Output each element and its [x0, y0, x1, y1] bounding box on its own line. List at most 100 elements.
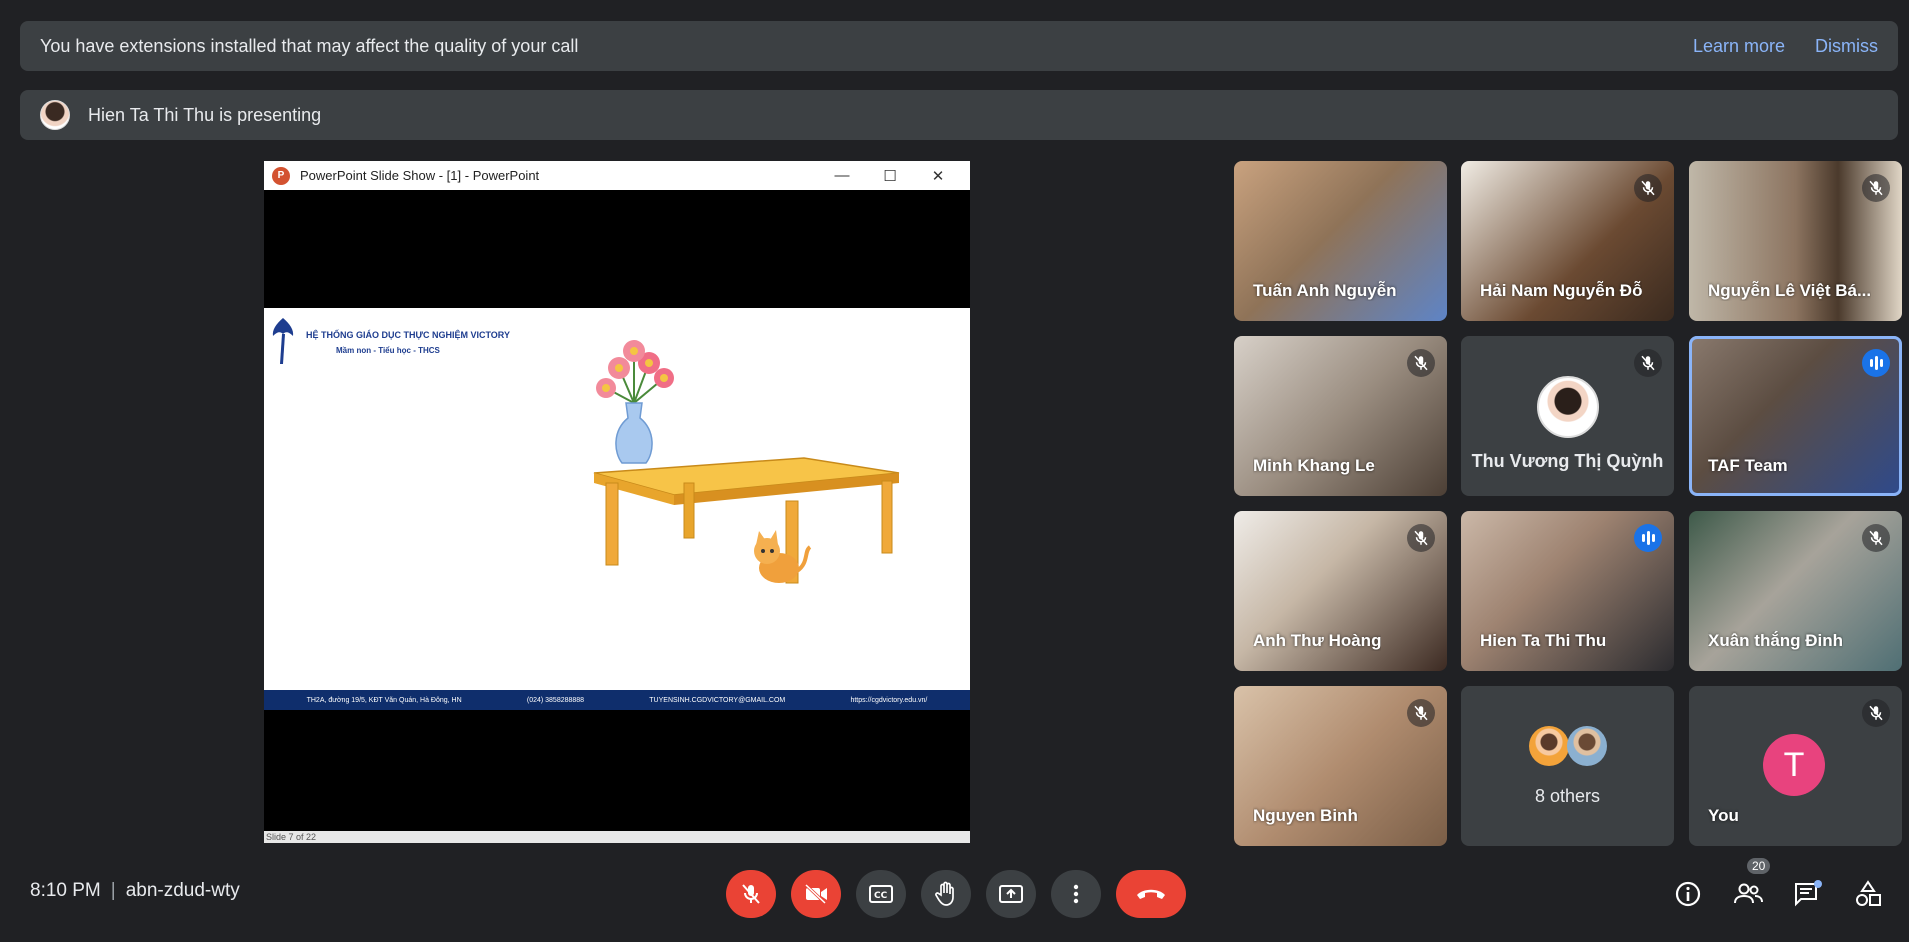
participant-name: Xuân thắng Đinh [1708, 631, 1844, 650]
mic-off-icon [742, 884, 760, 904]
participant-name: Thu Vương Thị Quỳnh [1471, 451, 1664, 471]
closed-captions-icon: CC [869, 885, 893, 903]
table-icon [593, 457, 900, 584]
info-icon [1675, 881, 1701, 907]
participant-name: Minh Khang Le [1253, 456, 1375, 475]
speaking-indicator [1862, 349, 1890, 377]
participant-name: Anh Thư Hoàng [1253, 631, 1382, 650]
others-count: 8 others [1534, 786, 1601, 806]
footer-phone: (024) 3858288888 [526, 696, 585, 704]
participant-avatar [1529, 726, 1569, 766]
mic-off-icon [1869, 530, 1883, 546]
camera-toggle-button[interactable] [791, 870, 841, 918]
muted-indicator [1862, 174, 1890, 202]
meeting-code: abn-zdud-wty [125, 880, 240, 901]
mic-off-icon [1869, 180, 1883, 196]
participant-tile[interactable]: Hien Ta Thi Thu [1461, 511, 1674, 671]
more-options-button[interactable] [1051, 870, 1101, 918]
mic-off-icon [1414, 355, 1428, 371]
muted-indicator [1634, 349, 1662, 377]
participant-avatar [1537, 376, 1599, 438]
muted-indicator [1407, 349, 1435, 377]
participant-name: TAF Team [1708, 456, 1788, 475]
participant-name: Hien Ta Thi Thu [1480, 631, 1607, 650]
speaking-indicator [1634, 524, 1662, 552]
meeting-info: 8:10 PM | abn-zdud-wty [30, 880, 240, 901]
mic-off-icon [1641, 180, 1655, 196]
minimize-icon: — [834, 167, 850, 184]
cat-icon [754, 530, 812, 583]
slideshow-titlebar: P PowerPoint Slide Show - [1] - PowerPoi… [264, 161, 970, 190]
presenter-avatar [40, 100, 70, 130]
activities-icon [1856, 880, 1881, 906]
dismiss-link[interactable]: Dismiss [1815, 36, 1878, 57]
people-icon [1734, 883, 1763, 904]
participant-name: Nguyễn Lê Việt Bá... [1708, 281, 1872, 300]
chat-icon [1795, 880, 1822, 907]
present-now-button[interactable] [986, 870, 1036, 918]
extensions-warning-text: You have extensions installed that may a… [40, 35, 579, 56]
show-everyone-button[interactable] [1731, 877, 1765, 911]
mic-off-icon [1414, 530, 1428, 546]
mic-off-icon [1414, 705, 1428, 721]
raise-hand-button[interactable] [921, 870, 971, 918]
participant-tile[interactable]: Hải Nam Nguyễn Đỗ [1461, 161, 1674, 321]
svg-text:CC: CC [874, 891, 888, 901]
muted-indicator [1862, 699, 1890, 727]
participant-tile[interactable]: T You [1689, 686, 1902, 846]
muted-indicator [1862, 524, 1890, 552]
self-avatar: T [1763, 734, 1825, 796]
learn-more-link[interactable]: Learn more [1693, 36, 1785, 57]
slideshow-status: Slide 7 of 22 [264, 831, 970, 843]
muted-indicator [1634, 174, 1662, 202]
participant-tile[interactable]: Tuấn Anh Nguyễn [1234, 161, 1447, 321]
presenting-text: Hien Ta Thi Thu is presenting [88, 104, 322, 125]
people-count-badge: 20 [1747, 858, 1771, 874]
hang-up-icon [1137, 889, 1165, 899]
participant-name: Tuấn Anh Nguyễn [1253, 281, 1397, 300]
clock-time: 8:10 PM [30, 880, 101, 901]
participant-tile[interactable]: Thu Vương Thị Quỳnh [1461, 336, 1674, 496]
hand-icon [935, 881, 954, 906]
participant-tile[interactable]: Nguyễn Lê Việt Bá... [1689, 161, 1902, 321]
muted-indicator [1407, 699, 1435, 727]
maximize-icon: ☐ [883, 167, 897, 185]
participant-name: You [1708, 806, 1739, 825]
participant-tile[interactable]: Xuân thắng Đinh [1689, 511, 1902, 671]
flowers-icon [596, 340, 674, 404]
participant-tile[interactable]: Minh Khang Le [1234, 336, 1447, 496]
muted-indicator [1407, 524, 1435, 552]
school-logo [272, 318, 294, 364]
chat-button[interactable] [1791, 877, 1825, 911]
shared-screen[interactable]: P PowerPoint Slide Show - [1] - PowerPoi… [264, 161, 970, 843]
mic-off-icon [1869, 705, 1883, 721]
participant-tile[interactable]: Nguyen Binh [1234, 686, 1447, 846]
footer-web: https://cgdvictory.edu.vn/ [850, 696, 928, 704]
participant-name: Nguyen Binh [1253, 806, 1358, 825]
participant-tile[interactable]: 8 others [1461, 686, 1674, 846]
slide-illustration [593, 340, 900, 584]
activities-button[interactable] [1851, 877, 1885, 911]
captions-button[interactable]: CC [856, 870, 906, 918]
powerpoint-icon: P [272, 166, 290, 185]
participant-name: Hải Nam Nguyễn Đỗ [1480, 281, 1643, 300]
meeting-details-button[interactable] [1671, 877, 1705, 911]
participant-tile[interactable]: Anh Thư Hoàng [1234, 511, 1447, 671]
footer-address: TH2A, đường 19/5, KĐT Văn Quán, Hà Đông,… [306, 696, 462, 704]
leave-call-button[interactable] [1116, 870, 1186, 918]
participant-avatar [1567, 726, 1607, 766]
slide-content: HỆ THỐNG GIÁO DỤC THỰC NGHIỆM VICTORY Mầ… [264, 308, 970, 710]
more-vert-icon [1073, 884, 1079, 904]
present-screen-icon [999, 885, 1023, 903]
participant-tile[interactable]: TAF Team [1689, 336, 1902, 496]
extensions-warning-banner: You have extensions installed that may a… [20, 21, 1898, 71]
slideshow-window-title: PowerPoint Slide Show - [1] - PowerPoint [300, 168, 540, 183]
vase-icon [615, 402, 653, 464]
school-levels: Mầm non - Tiểu học - THCS [336, 346, 440, 355]
camera-off-icon [804, 883, 827, 905]
school-name: HỆ THỐNG GIÁO DỤC THỰC NGHIỆM VICTORY [306, 330, 510, 340]
footer-email: TUYENSINH.CGDVICTORY@GMAIL.COM [649, 696, 786, 704]
close-icon: ✕ [931, 167, 945, 185]
presenting-banner: Hien Ta Thi Thu is presenting [20, 90, 1898, 140]
microphone-toggle-button[interactable] [726, 870, 776, 918]
